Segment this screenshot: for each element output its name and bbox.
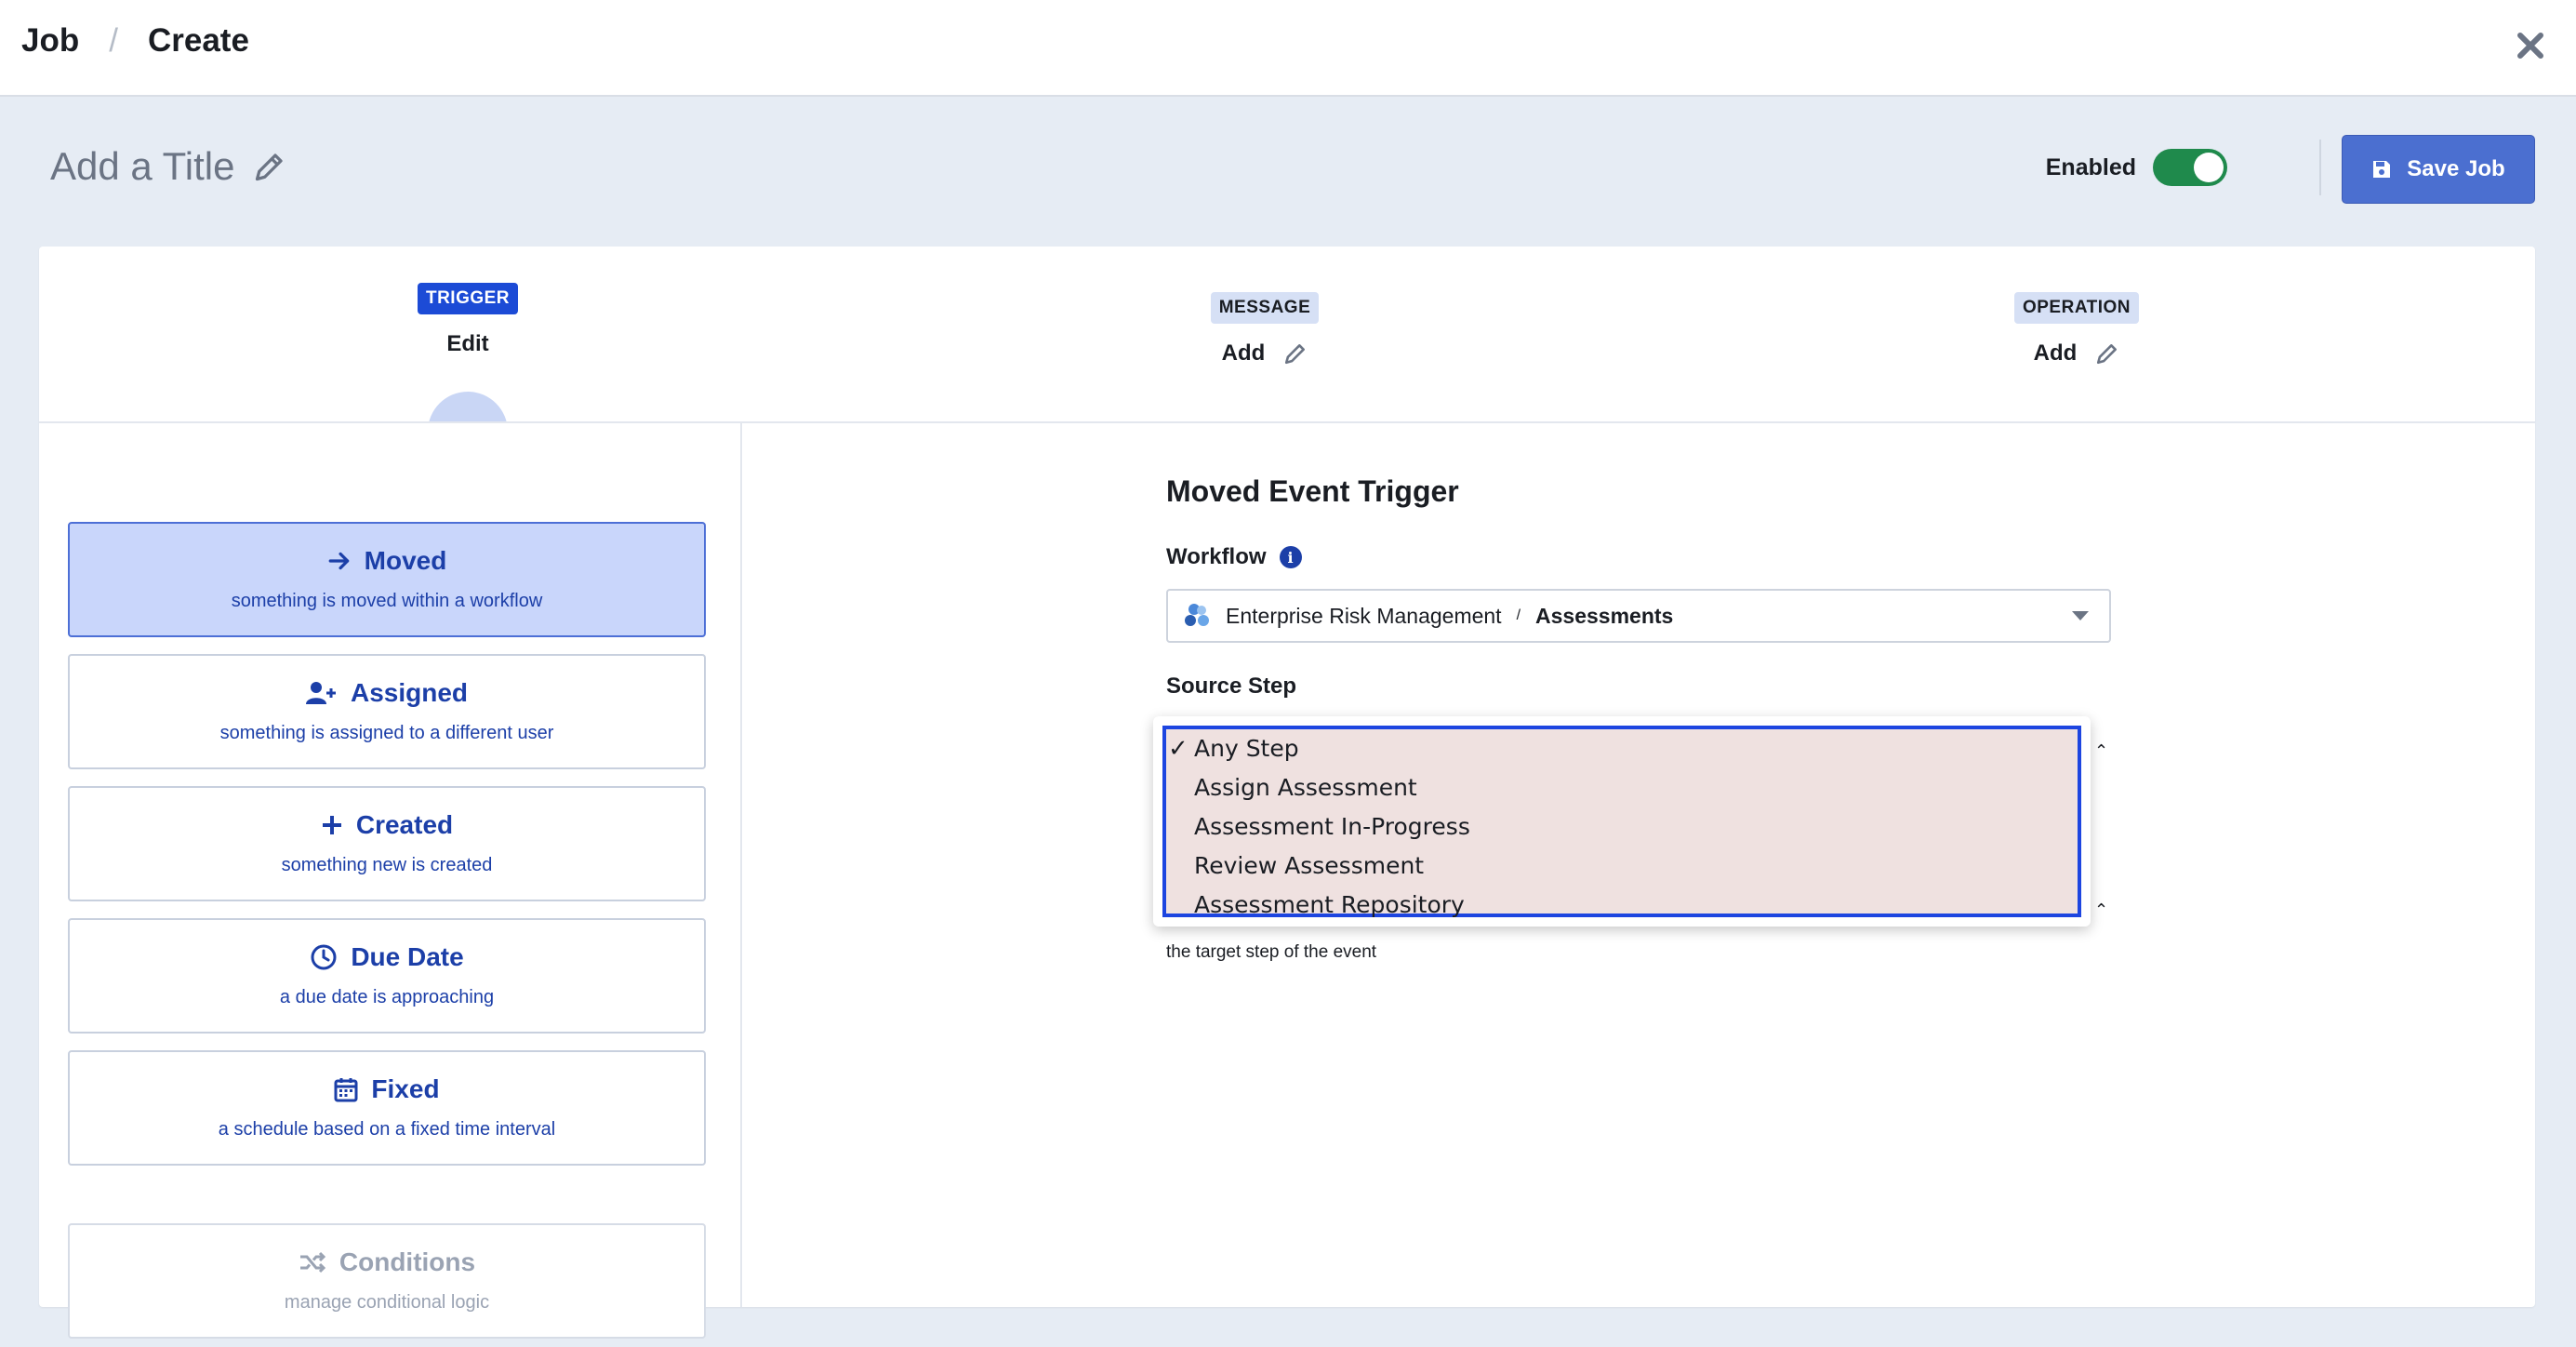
stage-action: Edit: [446, 331, 489, 356]
job-editor-card: TRIGGER Edit MESSAGE Add OPERATION Add M…: [39, 247, 2535, 1339]
trigger-title: Due Date: [70, 942, 704, 972]
calendar-icon: [334, 1078, 358, 1102]
workflow-separator: /: [1516, 607, 1521, 623]
trigger-assigned[interactable]: Assigned something is assigned to a diff…: [68, 654, 706, 769]
trigger-title-text: Created: [355, 810, 454, 839]
stage-stepper: TRIGGER Edit MESSAGE Add OPERATION Add: [39, 247, 2535, 423]
pencil-icon[interactable]: [253, 150, 286, 183]
stage-message[interactable]: MESSAGE Add: [1181, 292, 1348, 367]
stage-trigger[interactable]: TRIGGER Edit: [413, 283, 523, 357]
trigger-fixed[interactable]: Fixed a schedule based on a fixed time i…: [68, 1050, 706, 1166]
source-step-options[interactable]: ✓ Any Step Assign Assessment Assessment …: [1162, 726, 2081, 918]
stage-action: Add: [1181, 340, 1348, 367]
option-assessment-in-progress[interactable]: Assessment In-Progress: [1194, 813, 1470, 840]
enabled-control: Enabled: [2046, 149, 2227, 186]
trigger-desc: a schedule based on a fixed time interva…: [218, 1119, 556, 1140]
breadcrumb-job[interactable]: Job: [21, 22, 79, 60]
check-icon: ✓: [1168, 735, 1188, 763]
conditions-desc: manage conditional logic: [284, 1292, 490, 1313]
top-bar: Job / Create: [0, 0, 2576, 97]
user-plus-icon: [305, 682, 336, 704]
trigger-title-text: Moved: [364, 546, 447, 575]
save-job-label: Save Job: [2407, 156, 2505, 181]
option-any-step[interactable]: ✓ Any Step: [1168, 735, 1299, 763]
shuffle-icon: [299, 1251, 326, 1274]
trigger-title: Moved: [70, 546, 704, 576]
trigger-desc: something is assigned to a different use…: [219, 723, 554, 743]
trigger-desc: something is moved within a workflow: [231, 591, 543, 611]
stage-action: Add: [1990, 340, 2163, 367]
source-step-label: Source Step: [1166, 674, 1297, 699]
breadcrumb-separator: /: [109, 22, 118, 59]
close-icon[interactable]: [2507, 22, 2554, 69]
pencil-icon: [2097, 344, 2118, 365]
trigger-title: Created: [70, 810, 704, 840]
stage-indicator: [428, 392, 508, 421]
source-select-edge: ⌃: [2094, 741, 2109, 760]
trigger-moved[interactable]: Moved something is moved within a workfl…: [68, 522, 706, 637]
plus-icon: [322, 816, 341, 834]
trigger-desc: something new is created: [281, 855, 493, 875]
workflow-select[interactable]: Enterprise Risk Management / Assessments: [1166, 589, 2111, 643]
trigger-title-text: Fixed: [371, 1074, 440, 1103]
job-title[interactable]: Add a Title: [50, 144, 234, 189]
breadcrumb: Job / Create: [21, 22, 249, 60]
trigger-title-text: Due Date: [351, 942, 464, 971]
trigger-title-text: Assigned: [350, 678, 469, 707]
pencil-icon: [1285, 344, 1306, 365]
title-row: Add a Title: [50, 144, 286, 189]
save-icon: [2373, 161, 2391, 178]
conditions-title-text: Conditions: [339, 1247, 476, 1276]
trigger-title: Fixed: [70, 1074, 704, 1104]
workflow-app-icon: [1185, 604, 1209, 626]
save-job-button[interactable]: Save Job: [2342, 135, 2535, 204]
trigger-list: Moved something is moved within a workfl…: [39, 423, 742, 1339]
trigger-due-date[interactable]: Due Date a due date is approaching: [68, 918, 706, 1034]
stage-tag: MESSAGE: [1210, 292, 1320, 324]
chevron-down-icon: [2072, 611, 2089, 620]
trigger-desc: a due date is approaching: [279, 987, 495, 1007]
stage-action-label: Add: [1221, 340, 1266, 366]
trigger-created[interactable]: Created something new is created: [68, 786, 706, 901]
workflow-label-text: Workflow: [1166, 544, 1267, 569]
form-title: Moved Event Trigger: [1166, 474, 1459, 508]
target-step-hint: the target step of the event: [1166, 942, 1377, 962]
option-review-assessment[interactable]: Review Assessment: [1194, 852, 1424, 879]
arrow-right-icon: [328, 552, 349, 570]
source-step-dropdown: ✓ Any Step Assign Assessment Assessment …: [1153, 716, 2091, 927]
stage-operation[interactable]: OPERATION Add: [1990, 292, 2163, 367]
workflow-name: Assessments: [1535, 603, 1674, 628]
workflow-label: Workflow i: [1166, 544, 1302, 570]
option-assessment-repository[interactable]: Assessment Repository: [1194, 891, 1465, 918]
stage-tag: TRIGGER: [417, 283, 519, 314]
stage-action-label: Add: [2033, 340, 2078, 366]
conditions-option: Conditions manage conditional logic: [68, 1223, 706, 1339]
trigger-title: Assigned: [70, 678, 704, 708]
breadcrumb-create: Create: [147, 22, 249, 59]
toggle-knob: [2194, 153, 2224, 182]
option-label: Any Step: [1194, 735, 1299, 762]
header-divider: [2319, 140, 2321, 195]
stage-tag: OPERATION: [2013, 292, 2140, 324]
clock-icon: [311, 944, 337, 970]
enabled-toggle[interactable]: [2153, 149, 2227, 186]
info-icon[interactable]: i: [1279, 546, 1302, 568]
workflow-app-name: Enterprise Risk Management: [1226, 603, 1502, 628]
enabled-label: Enabled: [2045, 153, 2136, 180]
conditions-title: Conditions: [70, 1247, 704, 1277]
option-assign-assessment[interactable]: Assign Assessment: [1194, 774, 1417, 801]
target-select-edge: ⌃: [2094, 900, 2109, 919]
